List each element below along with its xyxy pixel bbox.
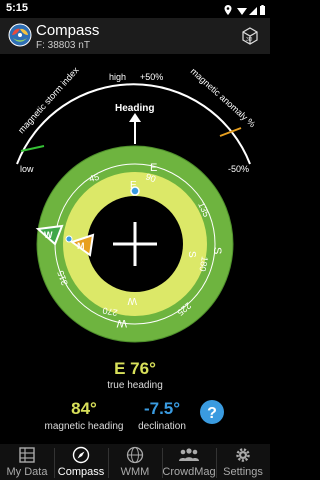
nav-label-settings: Settings — [223, 466, 263, 478]
data-grid-icon — [19, 447, 35, 463]
compass-graphic: magnetic storm index high low magnetic a… — [16, 65, 258, 432]
view-3d-button[interactable]: 3D — [240, 26, 260, 51]
help-icon: ? — [207, 405, 217, 422]
app-bar: Compass F: 38803 nT 3D — [0, 18, 270, 54]
outer-label-w: W — [116, 317, 127, 329]
nav-label-wmm: WMM — [120, 466, 150, 478]
magnetic-heading-label: magnetic heading — [45, 421, 124, 432]
heading-bubble — [130, 186, 140, 196]
declination-label: declination — [138, 421, 186, 432]
inner-label-w: W — [127, 295, 137, 306]
heading-label: Heading — [115, 103, 154, 114]
compass-icon — [72, 446, 90, 464]
nav-item-compass[interactable]: Compass — [54, 444, 108, 480]
app-title: Compass — [36, 22, 100, 39]
signal-icon — [249, 7, 257, 15]
nav-item-crowdmag[interactable]: CrowdMag — [162, 444, 216, 480]
status-time: 5:15 — [6, 2, 29, 14]
true-heading-label: true heading — [107, 380, 163, 391]
bottom-nav: My Data Compass WMM CrowdMag Settings — [0, 444, 270, 480]
storm-low-label: low — [20, 164, 34, 174]
wifi-icon — [237, 8, 247, 15]
outer-label-s: S — [211, 247, 223, 254]
field-strength-subtitle: F: 38803 nT — [36, 40, 90, 51]
nav-item-settings[interactable]: Settings — [216, 444, 270, 480]
battery-icon — [260, 5, 265, 15]
nav-item-wmm[interactable]: WMM — [108, 444, 162, 480]
wmm-marker-label: W — [44, 230, 53, 240]
globe-icon — [126, 446, 144, 464]
declination-value: -7.5° — [144, 399, 180, 418]
gear-icon — [236, 448, 250, 462]
inner-label-s: S — [186, 251, 197, 258]
anomaly-minus-label: -50% — [228, 164, 249, 174]
help-button[interactable]: ? — [200, 400, 224, 424]
nav-label-my-data: My Data — [6, 466, 48, 478]
status-bar: 5:15 — [0, 0, 270, 18]
nav-item-my-data[interactable]: My Data — [0, 444, 54, 480]
true-heading-value: E 76° — [114, 359, 156, 378]
magnetic-marker-label: M — [77, 241, 85, 251]
anomaly-plus-label: +50% — [140, 72, 163, 82]
anomaly-gauge-label: magnetic anomaly % — [189, 66, 258, 129]
nav-label-compass: Compass — [57, 466, 105, 478]
heading-arrow-icon — [129, 113, 141, 122]
nav-label-crowdmag: CrowdMag — [162, 466, 216, 478]
magnetic-heading-value: 84° — [71, 399, 97, 418]
crowd-icon — [179, 448, 199, 461]
compass-dial: E 45 90 135 S 180 225 W 270 315 E S W W — [35, 145, 234, 343]
app-logo-icon — [8, 23, 32, 52]
direction-dot — [65, 235, 73, 243]
svg-text:3D: 3D — [246, 37, 253, 43]
cube-3d-icon: 3D — [242, 27, 258, 45]
storm-high-label: high — [109, 72, 126, 82]
compass-screen: magnetic storm index high low magnetic a… — [0, 54, 270, 444]
location-icon — [224, 5, 232, 15]
heading-indicator: Heading — [115, 103, 154, 144]
